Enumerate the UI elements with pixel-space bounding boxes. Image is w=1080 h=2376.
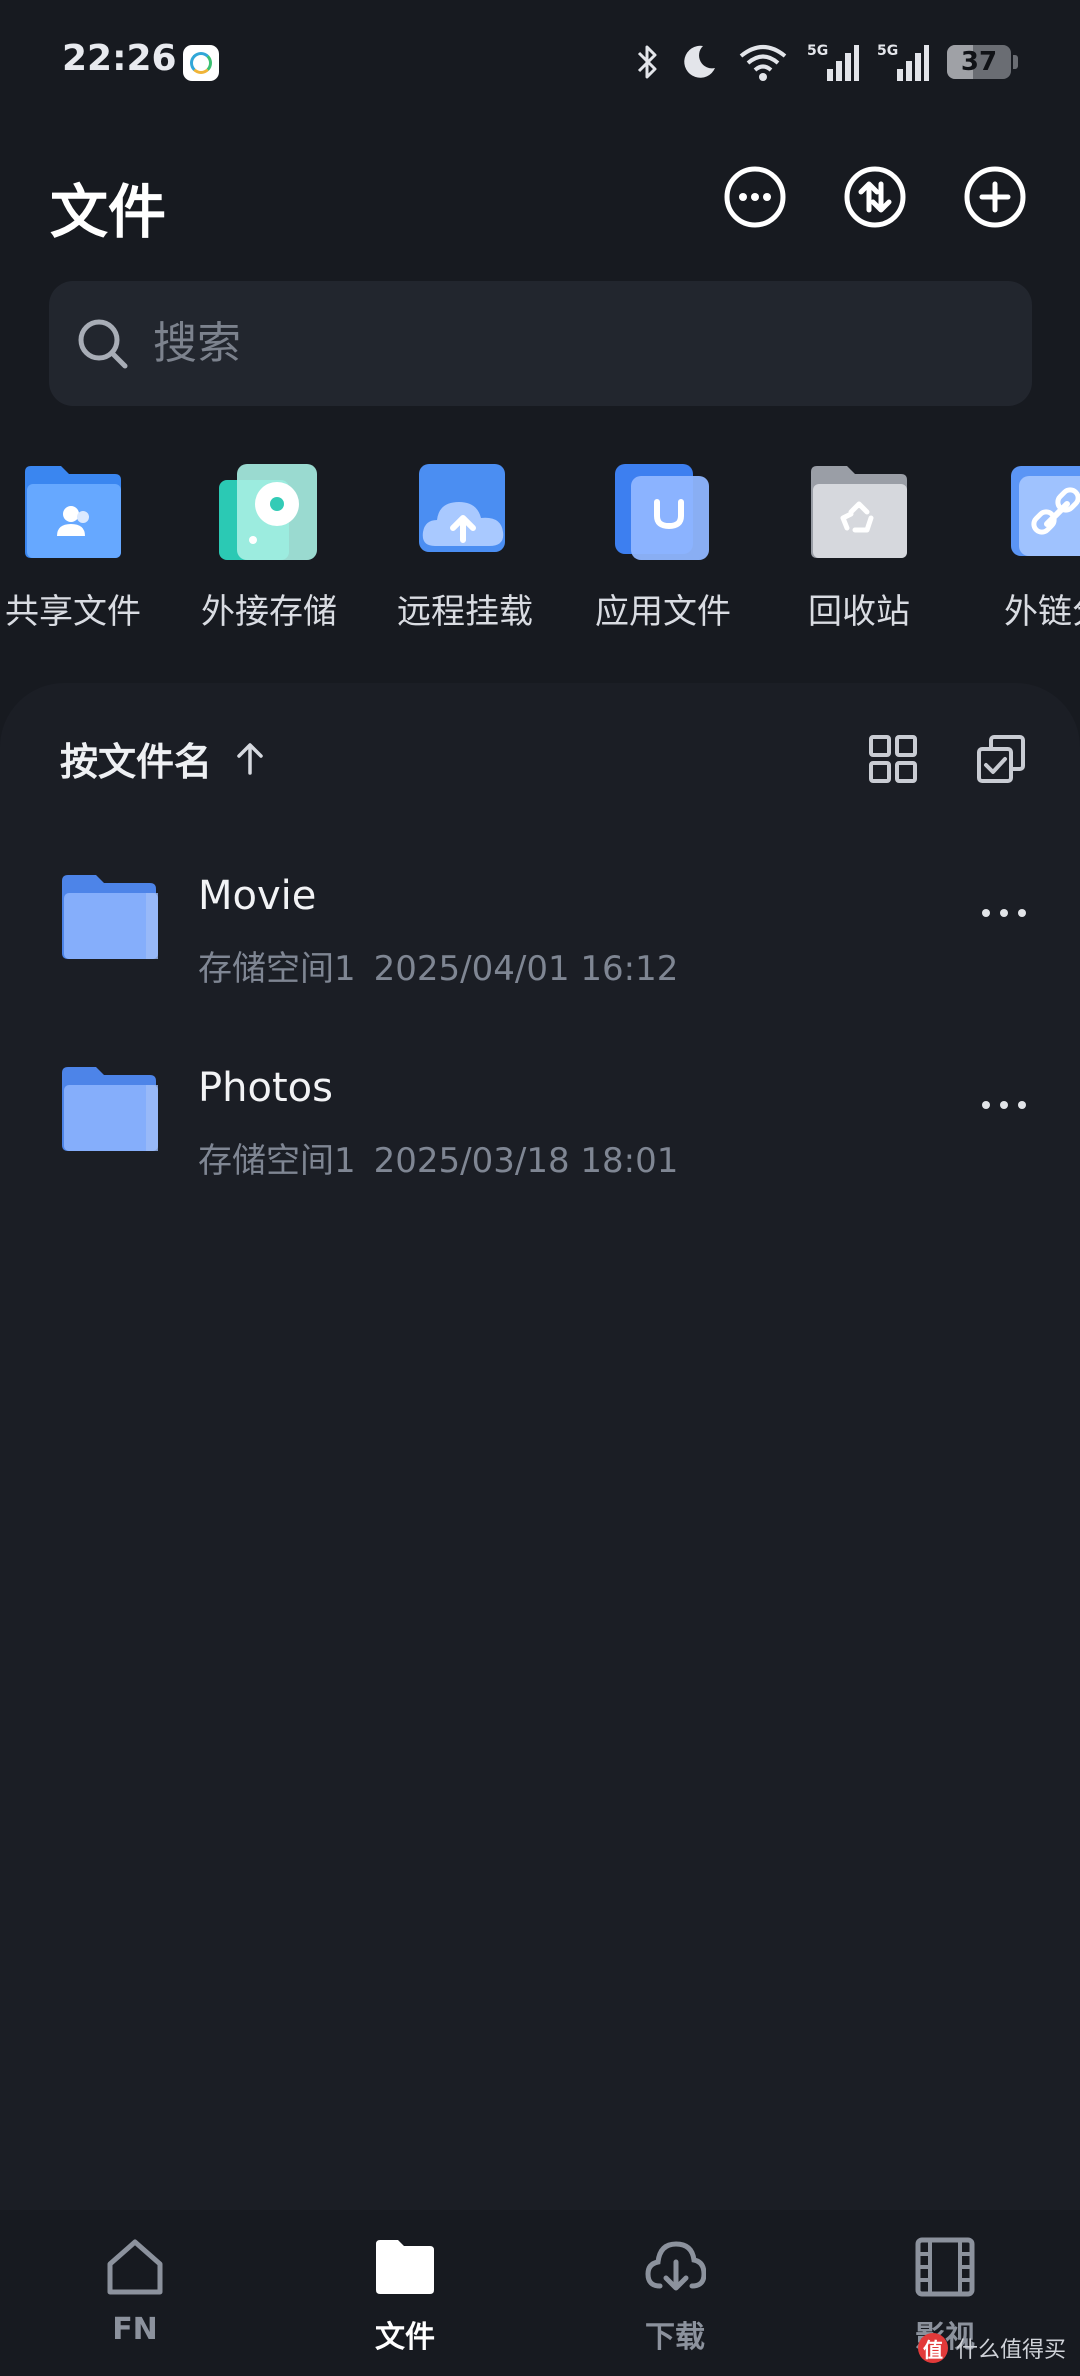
- file-date: 2025/03/18 18:01: [373, 1141, 679, 1181]
- nav-item-files[interactable]: 文件: [325, 2236, 485, 2356]
- folder-icon: [376, 2240, 434, 2294]
- signal-icon: 5G: [877, 43, 929, 81]
- file-name: Movie: [198, 873, 317, 919]
- watermark-text: 什么值得买: [955, 2338, 1066, 2363]
- quick-label: 远程挂载: [397, 592, 533, 632]
- search-icon: [78, 319, 128, 368]
- more-button[interactable]: [722, 164, 788, 230]
- file-row[interactable]: Movie 存储空间1 2025/04/01 16:12: [0, 845, 1080, 995]
- app-files-icon: [615, 464, 709, 560]
- quick-label: 外链分: [1004, 592, 1080, 632]
- battery-level: 37: [960, 47, 998, 77]
- wifi-icon: [739, 45, 787, 81]
- nav-label: 文件: [375, 2320, 435, 2355]
- folder-icon: [62, 875, 158, 959]
- nav-label: 下载: [645, 2320, 705, 2355]
- nav-label: FN: [112, 2312, 158, 2347]
- quick-label: 回收站: [808, 592, 910, 632]
- signal-icon: 5G: [807, 43, 859, 81]
- file-meta: 存储空间1 2025/04/01 16:12: [198, 941, 678, 990]
- quick-item-external[interactable]: 外接存储: [174, 462, 364, 633]
- add-icon: [964, 166, 1026, 228]
- quick-item-shared[interactable]: 共享文件: [0, 462, 168, 633]
- signal-label: 5G: [807, 43, 828, 59]
- quick-label: 共享文件: [5, 592, 141, 632]
- arrow-up-icon: [237, 742, 263, 775]
- file-row[interactable]: Photos 存储空间1 2025/03/18 18:01: [0, 1037, 1080, 1187]
- bluetooth-icon: [637, 45, 657, 79]
- file-meta: 存储空间1 2025/03/18 18:01: [198, 1133, 678, 1182]
- quick-item-appfiles[interactable]: 应用文件: [568, 462, 758, 633]
- quick-item-remote[interactable]: 远程挂载: [370, 462, 560, 633]
- folder-icon: [62, 1067, 158, 1151]
- watermark-badge: 值: [917, 2333, 948, 2363]
- external-storage-icon: [219, 464, 317, 560]
- signal-label: 5G: [877, 43, 898, 59]
- status-time: 22:26: [62, 38, 177, 79]
- file-panel: 按文件名 Movie 存储空间1 2025/04/01 16:12 Photos …: [0, 683, 1080, 2243]
- film-icon: [915, 2237, 975, 2297]
- nav-item-download[interactable]: 下载: [595, 2236, 755, 2356]
- add-button[interactable]: [962, 164, 1028, 230]
- multi-select-button[interactable]: [975, 733, 1027, 785]
- nav-item-fn[interactable]: FN: [55, 2236, 215, 2347]
- quick-item-sharelink[interactable]: 外链分: [960, 462, 1080, 633]
- shared-folder-icon: [25, 466, 121, 558]
- grid-view-button[interactable]: [867, 733, 919, 785]
- recycle-bin-icon: [811, 466, 907, 558]
- sort-control[interactable]: 按文件名: [60, 731, 268, 786]
- more-icon: [724, 166, 786, 228]
- battery-icon: 37: [947, 45, 1011, 79]
- multi-select-icon: [977, 735, 1025, 783]
- file-more-button[interactable]: [974, 1075, 1034, 1135]
- status-bar: 22:26 5G 5G 37: [0, 0, 1080, 130]
- file-location: 存储空间1: [198, 1141, 356, 1181]
- sort-label: 按文件名: [60, 740, 213, 784]
- battery-tip: [1013, 55, 1018, 69]
- file-name: Photos: [198, 1065, 333, 1111]
- transfer-button[interactable]: [842, 164, 908, 230]
- share-link-icon: [1011, 466, 1080, 556]
- search-input[interactable]: [151, 317, 1032, 370]
- app-icon: [183, 45, 219, 81]
- status-icons: 5G 5G 37: [635, 40, 1018, 84]
- watermark: 值 什么值得买: [917, 2332, 1066, 2364]
- home-icon: [107, 2239, 163, 2295]
- file-date: 2025/04/01 16:12: [373, 949, 679, 989]
- remote-mount-icon: [419, 464, 505, 552]
- grid-icon: [869, 735, 917, 783]
- page-title: 文件: [50, 178, 167, 246]
- quick-label: 外接存储: [201, 592, 337, 632]
- screen: 22:26 5G 5G 37 文件 共享文件 外接存储: [0, 0, 1080, 2376]
- quick-access: 共享文件 外接存储 远程挂载 应用文件 回收站 外链分: [0, 462, 1080, 642]
- moon-icon: [684, 45, 715, 78]
- quick-item-recycle[interactable]: 回收站: [764, 462, 954, 633]
- file-location: 存储空间1: [198, 949, 356, 989]
- quick-label: 应用文件: [595, 592, 731, 632]
- file-more-button[interactable]: [974, 883, 1034, 943]
- download-icon: [645, 2241, 706, 2291]
- search-bar[interactable]: [49, 281, 1032, 406]
- transfer-icon: [844, 166, 906, 228]
